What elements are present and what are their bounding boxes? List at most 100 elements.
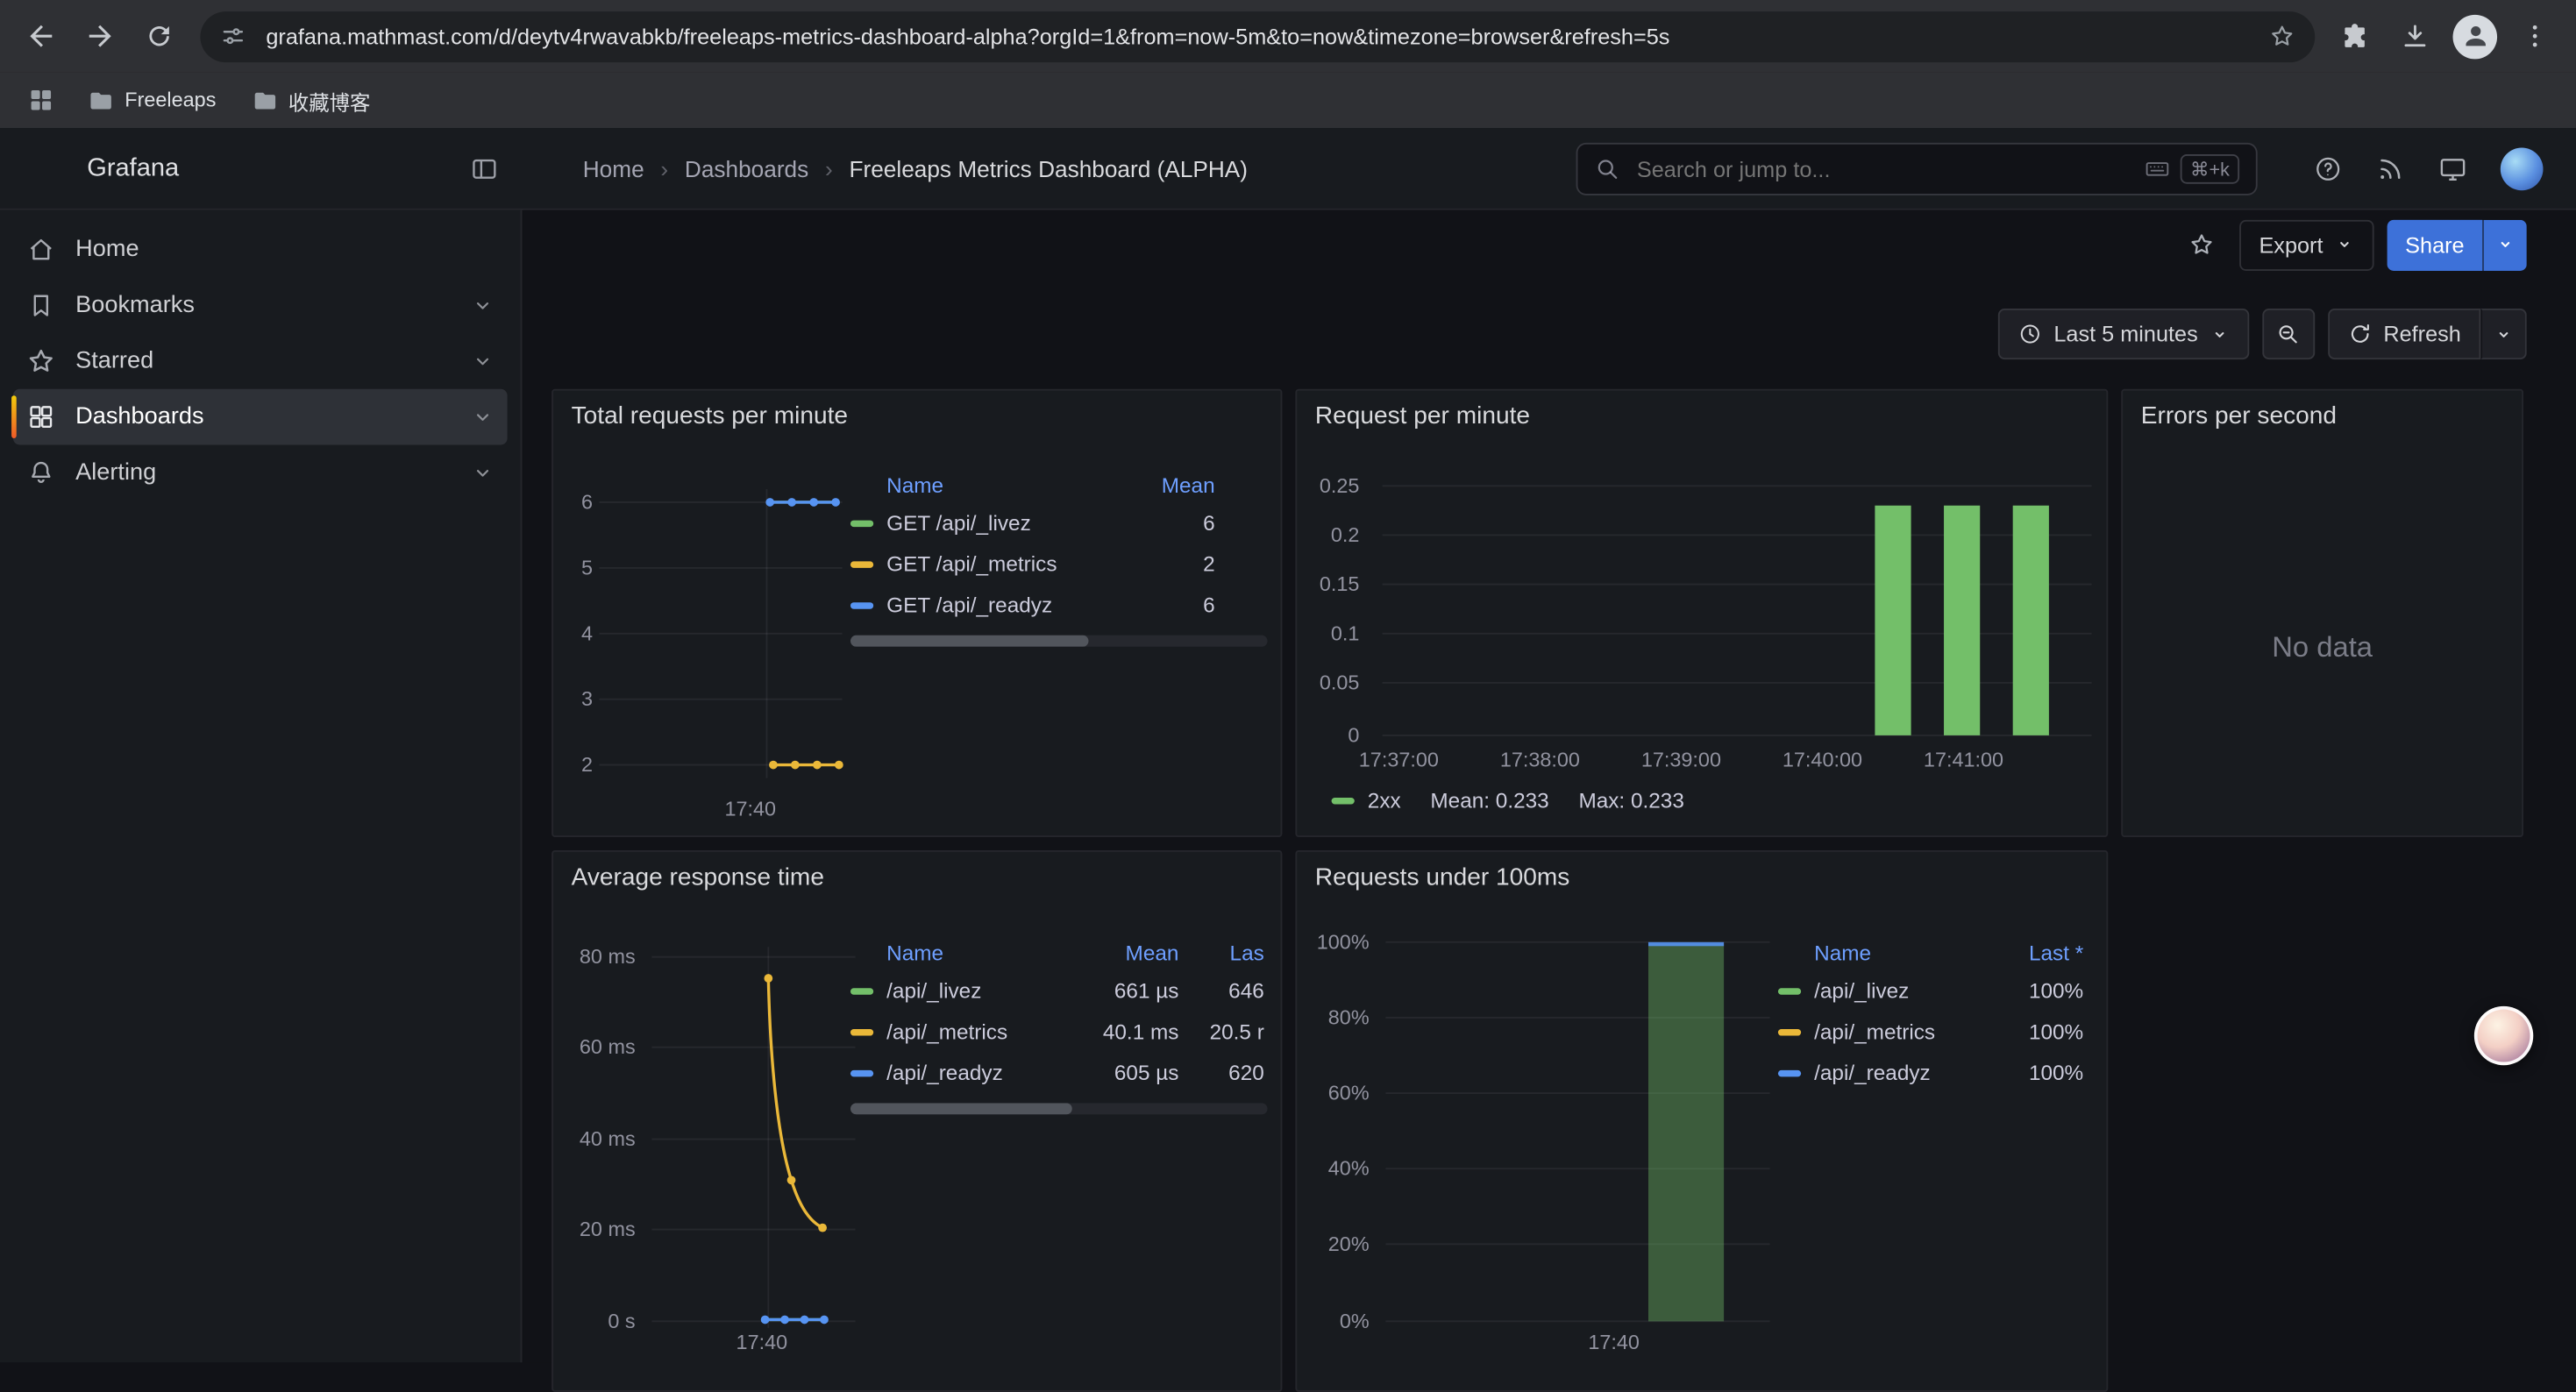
panel-requests-under-100ms: Requests under 100ms 100% 80% 60% 40% 20… xyxy=(1295,850,2108,1392)
y-axis-tick: 5 xyxy=(553,553,593,583)
legend-header: Name Mean xyxy=(850,466,1268,502)
search-box[interactable]: ⌘+k xyxy=(1576,143,2258,195)
chevron-down-icon[interactable] xyxy=(471,406,494,429)
legend-header: Name Last * xyxy=(1778,934,2090,969)
downloads-button[interactable] xyxy=(2387,8,2444,64)
legend-scrollbar[interactable] xyxy=(850,1103,1268,1114)
panel-title[interactable]: Average response time xyxy=(572,863,824,891)
legend-row[interactable]: /api/_readyz 605 µs 620 xyxy=(850,1052,1268,1093)
breadcrumb-home[interactable]: Home xyxy=(583,155,644,181)
series-name: GET /api/_livez xyxy=(886,510,1133,535)
sidebar-item-alerting[interactable]: Alerting xyxy=(13,444,508,501)
help-icon[interactable] xyxy=(2313,153,2343,183)
series-last: 100% xyxy=(1995,978,2083,1003)
person-icon xyxy=(2460,21,2490,51)
dashboards-grid-icon xyxy=(26,402,56,432)
favorite-star-icon[interactable] xyxy=(2177,220,2226,269)
panel-title[interactable]: Requests under 100ms xyxy=(1315,863,1569,891)
breadcrumb-current: Freeleaps Metrics Dashboard (ALPHA) xyxy=(849,155,1248,181)
time-controls: Last 5 minutes Refresh xyxy=(1998,303,2576,364)
forward-button[interactable] xyxy=(72,8,128,64)
dashboard-main: Export Share Last 5 minutes xyxy=(523,210,2576,1362)
share-button[interactable]: Share xyxy=(2387,219,2483,270)
legend-row[interactable]: GET /api/_readyz 6 xyxy=(850,585,1268,626)
grafana-logo-icon[interactable] xyxy=(26,147,69,190)
legend-header-mean[interactable]: Mean xyxy=(1133,472,1215,496)
series-name: /api/_readyz xyxy=(1814,1061,1995,1085)
legend-header-name[interactable]: Name xyxy=(1814,940,1995,964)
sidebar-item-home[interactable]: Home xyxy=(13,222,508,278)
series-color-dash xyxy=(1332,797,1355,803)
legend-header-mean[interactable]: Mean xyxy=(1084,940,1179,964)
zoom-out-button[interactable] xyxy=(2262,309,2315,359)
y-axis-tick: 0.25 xyxy=(1297,471,1359,501)
y-axis-tick: 0% xyxy=(1297,1307,1369,1337)
chevron-down-icon[interactable] xyxy=(471,461,494,484)
extensions-button[interactable] xyxy=(2328,8,2384,64)
legend-scrollbar[interactable] xyxy=(850,636,1268,647)
bookmark-folder-blogs[interactable]: 收藏博客 xyxy=(239,80,384,121)
panel-title[interactable]: Errors per second xyxy=(2141,402,2337,430)
legend-row[interactable]: /api/_metrics 100% xyxy=(1778,1011,2090,1052)
legend: 2xx Mean: 0.233 Max: 0.233 xyxy=(1332,788,1684,813)
floating-assistant-avatar[interactable] xyxy=(2474,1006,2533,1065)
series-color-dash xyxy=(1778,1069,1801,1076)
share-caret-button[interactable] xyxy=(2482,219,2527,270)
legend-header-name[interactable]: Name xyxy=(886,940,1084,964)
legend-row[interactable]: GET /api/_livez 6 xyxy=(850,502,1268,543)
series-name[interactable]: 2xx xyxy=(1368,788,1401,813)
reload-icon xyxy=(145,21,174,51)
sidebar-item-bookmarks[interactable]: Bookmarks xyxy=(13,277,508,333)
legend-row[interactable]: /api/_livez 661 µs 646 xyxy=(850,970,1268,1012)
bookmark-star-icon[interactable] xyxy=(2269,23,2295,49)
url-bar[interactable] xyxy=(200,11,2315,61)
legend-row[interactable]: /api/_readyz 100% xyxy=(1778,1052,2090,1093)
apps-grid-icon[interactable] xyxy=(17,75,66,124)
monitor-icon[interactable] xyxy=(2438,153,2468,183)
forward-icon xyxy=(83,19,116,52)
refresh-button[interactable]: Refresh xyxy=(2328,309,2481,359)
home-icon xyxy=(26,235,56,265)
scrollbar-thumb[interactable] xyxy=(850,636,1088,647)
panel-request-per-minute: Request per minute 0.25 0.2 0.15 0.1 0.0… xyxy=(1295,389,2108,837)
legend-header-last[interactable]: Last * xyxy=(1995,940,2083,964)
site-info-icon[interactable] xyxy=(220,23,246,49)
breadcrumb-separator: › xyxy=(825,155,833,181)
legend-header-name[interactable]: Name xyxy=(886,472,1133,496)
user-avatar[interactable] xyxy=(2501,147,2544,190)
back-button[interactable] xyxy=(13,8,69,64)
browser-profile-avatar[interactable] xyxy=(2453,14,2498,59)
dashboard-toolbar: Export Share xyxy=(2177,210,2576,280)
reload-button[interactable] xyxy=(132,8,188,64)
sidebar-item-dashboards[interactable]: Dashboards xyxy=(13,389,508,445)
browser-toolbar xyxy=(0,0,2576,72)
export-button[interactable]: Export xyxy=(2239,219,2374,270)
legend-row[interactable]: /api/_metrics 40.1 ms 20.5 r xyxy=(850,1011,1268,1052)
legend-row[interactable]: /api/_livez 100% xyxy=(1778,970,2090,1012)
browser-menu-button[interactable] xyxy=(2507,8,2563,64)
time-range-picker[interactable]: Last 5 minutes xyxy=(1998,309,2249,359)
breadcrumb-dashboards[interactable]: Dashboards xyxy=(685,155,808,181)
sidebar-toggle-icon[interactable] xyxy=(470,153,500,183)
refresh-interval-caret[interactable] xyxy=(2480,309,2526,359)
caret-down-icon xyxy=(2210,324,2229,344)
no-data-message: No data xyxy=(2123,630,2522,664)
legend-header-last[interactable]: Las xyxy=(1178,940,1263,964)
panel-title[interactable]: Total requests per minute xyxy=(572,402,848,430)
bookmark-folder-freeleaps[interactable]: Freeleaps xyxy=(75,83,229,117)
scrollbar-thumb[interactable] xyxy=(850,1103,1071,1114)
legend-row[interactable]: GET /api/_metrics 2 xyxy=(850,543,1268,585)
chevron-down-icon[interactable] xyxy=(471,294,494,316)
sidebar-item-starred[interactable]: Starred xyxy=(13,333,508,389)
x-axis-tick: 17:40 xyxy=(1564,1328,1662,1358)
panel-title[interactable]: Request per minute xyxy=(1315,402,1530,430)
shortcut-badge: ⌘+k xyxy=(2181,154,2239,184)
url-input[interactable] xyxy=(263,22,2252,50)
rss-icon[interactable] xyxy=(2376,153,2406,183)
panel-total-requests: Total requests per minute 6 5 4 3 2 xyxy=(551,389,1282,837)
x-axis-tick: 17:41:00 xyxy=(1906,745,2021,775)
search-input[interactable] xyxy=(1633,155,2131,183)
sidebar-item-label: Starred xyxy=(75,348,153,374)
shortcut-zone: ⌘+k xyxy=(2145,154,2240,184)
chevron-down-icon[interactable] xyxy=(471,350,494,373)
